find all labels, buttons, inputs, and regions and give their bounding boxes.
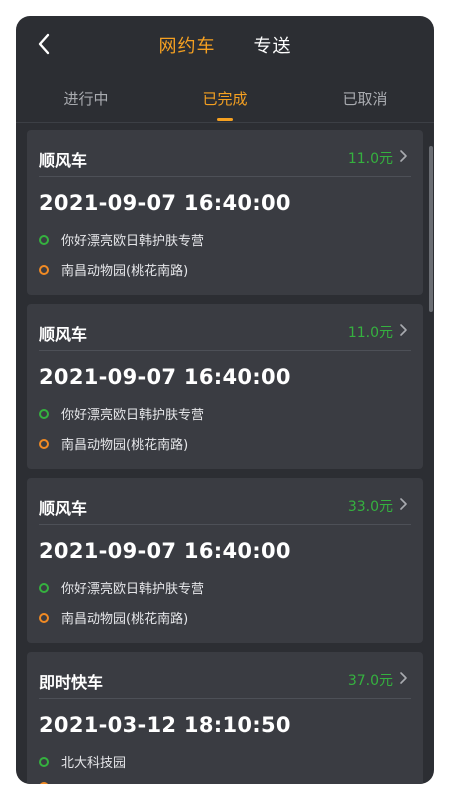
tab-delivery[interactable]: 专送 <box>254 32 292 58</box>
tab-ride-hailing[interactable]: 网约车 <box>159 32 216 58</box>
order-time: 2021-09-07 16:40:00 <box>39 539 291 563</box>
order-type: 顺风车 <box>39 151 88 170</box>
chevron-right-icon <box>400 498 407 510</box>
tab-cancelled[interactable]: 已取消 <box>342 88 387 109</box>
destination-dot-icon <box>39 438 49 449</box>
origin-dot-icon <box>39 582 49 593</box>
origin-row: 你好漂亮欧日韩护肤专营 <box>39 230 204 249</box>
destination-dot-icon <box>39 782 49 784</box>
divider <box>39 350 411 351</box>
app-screen: 网约车 专送 进行中 已完成 已取消 顺风车 11.0元 2021-09-07 … <box>16 16 434 784</box>
order-type: 顺风车 <box>39 325 88 344</box>
order-price: 33.0元 <box>347 499 393 515</box>
scrollbar[interactable] <box>429 146 433 312</box>
status-tabs: 进行中 已完成 已取消 <box>16 74 434 123</box>
tab-in-progress[interactable]: 进行中 <box>63 88 108 109</box>
origin-dot-icon <box>39 408 49 419</box>
order-list[interactable]: 顺风车 11.0元 2021-09-07 16:40:00 你好漂亮欧日韩护肤专… <box>27 130 423 784</box>
top-bar: 网约车 专送 <box>16 16 434 72</box>
destination-address: 南昌动物园(桃花南路) <box>61 612 189 627</box>
chevron-right-icon <box>400 672 407 684</box>
origin-dot-icon <box>39 234 49 245</box>
order-card[interactable]: 顺风车 33.0元 2021-09-07 16:40:00 你好漂亮欧日韩护肤专… <box>27 478 423 643</box>
order-card[interactable]: 顺风车 11.0元 2021-09-07 16:40:00 你好漂亮欧日韩护肤专… <box>27 130 423 295</box>
origin-address: 你好漂亮欧日韩护肤专营 <box>61 234 205 249</box>
destination-dot-icon <box>39 264 49 275</box>
divider <box>39 698 411 699</box>
origin-address: 北大科技园 <box>61 756 127 771</box>
divider <box>39 524 411 525</box>
origin-row: 你好漂亮欧日韩护肤专营 <box>39 578 204 597</box>
origin-address: 你好漂亮欧日韩护肤专营 <box>61 582 205 597</box>
origin-address: 你好漂亮欧日韩护肤专营 <box>61 408 205 423</box>
divider <box>39 176 411 177</box>
order-type: 即时快车 <box>39 673 104 692</box>
order-time: 2021-09-07 16:40:00 <box>39 365 291 389</box>
origin-row: 你好漂亮欧日韩护肤专营 <box>39 404 204 423</box>
order-price: 37.0元 <box>347 673 393 689</box>
order-price: 11.0元 <box>347 151 393 167</box>
active-tab-indicator <box>217 118 233 121</box>
chevron-right-icon <box>400 324 407 336</box>
destination-row: 南昌动物园(桃花南路) <box>39 434 188 453</box>
order-price: 11.0元 <box>347 325 393 341</box>
order-card[interactable]: 即时快车 37.0元 2021-03-12 18:10:50 北大科技园 <box>27 652 423 784</box>
order-time: 2021-09-07 16:40:00 <box>39 191 291 215</box>
destination-row <box>39 782 61 784</box>
destination-row: 南昌动物园(桃花南路) <box>39 260 188 279</box>
top-tabs: 网约车 专送 <box>16 32 434 58</box>
tab-completed[interactable]: 已完成 <box>202 88 247 109</box>
order-type: 顺风车 <box>39 499 88 518</box>
destination-address: 南昌动物园(桃花南路) <box>61 438 189 453</box>
destination-address: 南昌动物园(桃花南路) <box>61 264 189 279</box>
destination-dot-icon <box>39 612 49 623</box>
order-card[interactable]: 顺风车 11.0元 2021-09-07 16:40:00 你好漂亮欧日韩护肤专… <box>27 304 423 469</box>
order-time: 2021-03-12 18:10:50 <box>39 713 291 737</box>
origin-row: 北大科技园 <box>39 752 126 771</box>
destination-row: 南昌动物园(桃花南路) <box>39 608 188 627</box>
origin-dot-icon <box>39 756 49 767</box>
chevron-right-icon <box>400 150 407 162</box>
